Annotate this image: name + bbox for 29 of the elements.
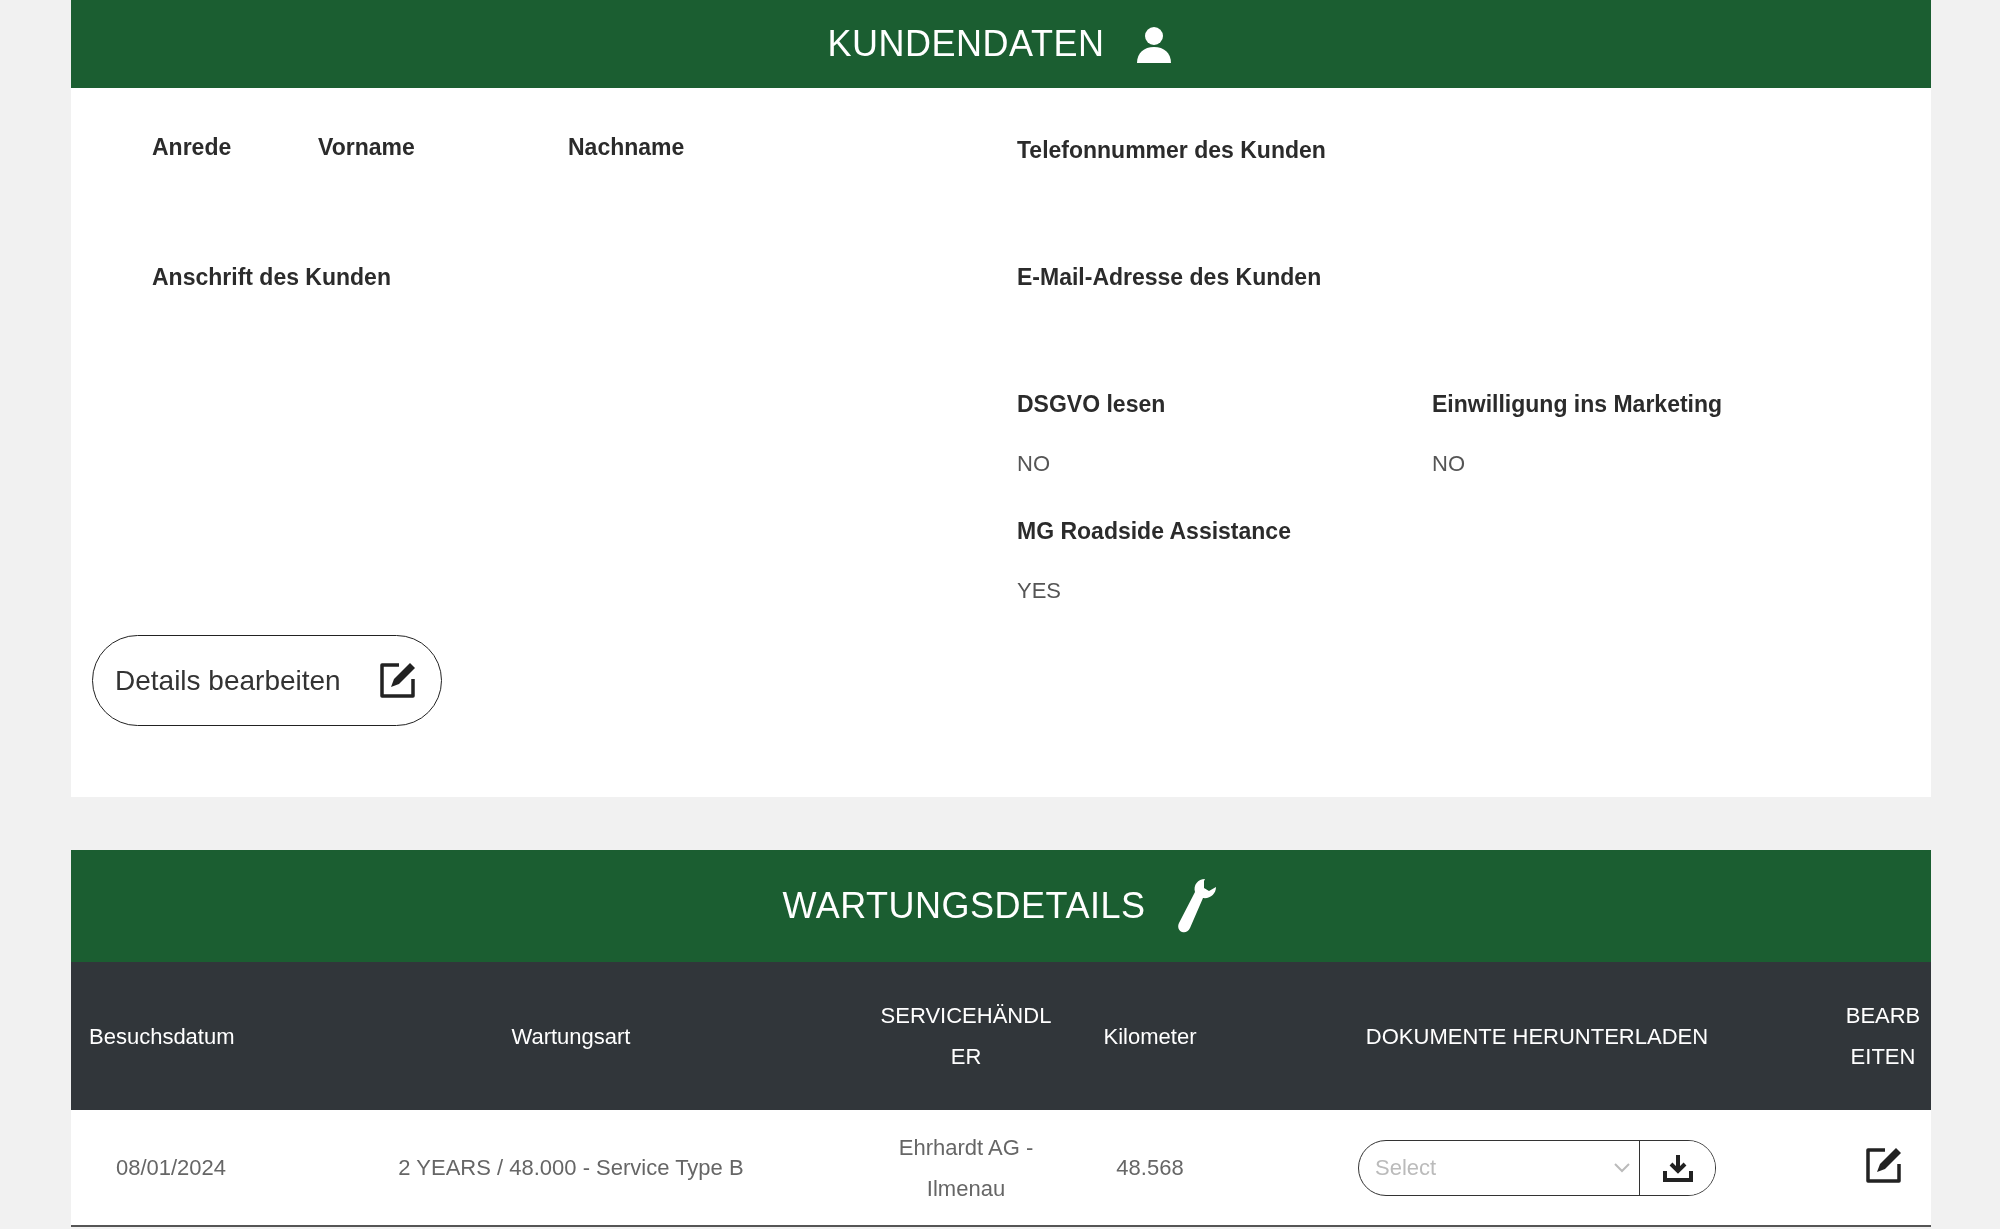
download-icon	[1662, 1153, 1693, 1182]
field-label: E-Mail-Adresse des Kunden	[1017, 263, 1323, 292]
field-label: Telefonnummer des Kunden	[1017, 136, 1327, 165]
table-cell-text: 48.568	[1116, 1154, 1184, 1182]
field-value: YES	[1017, 577, 1063, 605]
edit-icon	[1863, 1146, 1903, 1186]
table-cell-text: 2 YEARS / 48.000 - Service Type B	[398, 1154, 744, 1182]
column-header: DOKUMENTE HERUNTERLADEN	[1364, 1022, 1710, 1051]
field-label: Einwilligung ins Marketing	[1432, 390, 1724, 419]
field-label: Anschrift des Kunden	[152, 263, 392, 292]
field-value: NO	[1432, 450, 1466, 478]
column-header: BEARBEITEN	[1844, 1002, 1922, 1071]
field-label: MG Roadside Assistance	[1017, 517, 1292, 546]
field-value: NO	[1017, 450, 1051, 478]
table-cell-text: 08/01/2024	[115, 1154, 227, 1182]
column-header: SERVICEHÄNDLER	[879, 1002, 1053, 1071]
column-header: Besuchsdatum	[88, 1022, 236, 1051]
download-button[interactable]	[1639, 1140, 1715, 1195]
section-title: WARTUNGSDETAILS	[782, 885, 1146, 927]
table-cell-text: Ehrhardt AG - Ilmenau	[897, 1133, 1035, 1203]
field-label: Nachname	[568, 133, 685, 162]
chevron-down-icon	[1613, 1161, 1631, 1174]
edit-details-button[interactable]: Details bearbeiten	[92, 635, 442, 726]
section-title: KUNDENDATEN	[827, 23, 1105, 65]
field-label: DSGVO lesen	[1017, 390, 1167, 419]
column-header: Kilometer	[1102, 1022, 1198, 1051]
column-header: Wartungsart	[510, 1022, 632, 1051]
field-label: Vorname	[318, 133, 416, 162]
field-label: Anrede	[152, 133, 233, 162]
